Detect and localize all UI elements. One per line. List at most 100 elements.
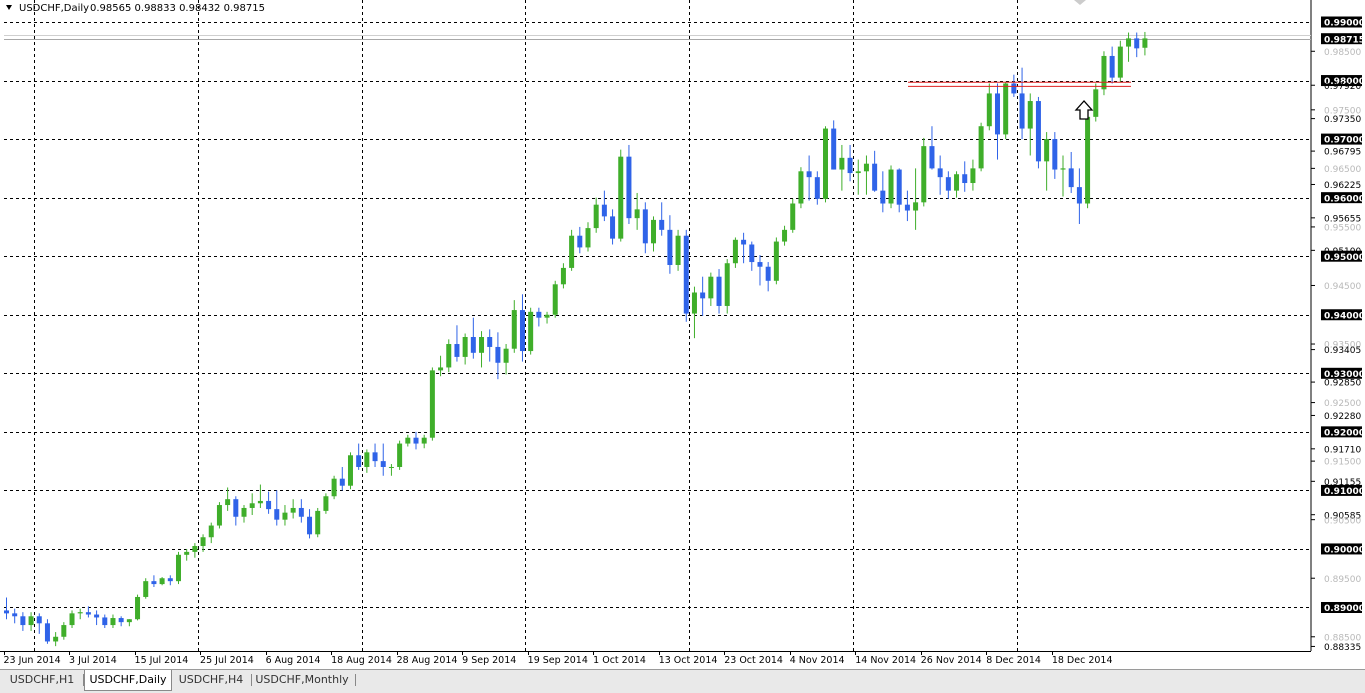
tab-usdchf-h4[interactable]: USDCHF,H4 bbox=[172, 670, 250, 689]
candle-body-bearish bbox=[233, 499, 239, 517]
candle-body-bullish bbox=[511, 310, 517, 349]
candle-body-bullish bbox=[823, 128, 828, 199]
candle-body-bearish bbox=[610, 216, 616, 239]
candle-body-bullish bbox=[421, 437, 427, 444]
candle-body-bullish bbox=[438, 367, 444, 371]
candle-body-bullish bbox=[1085, 116, 1091, 204]
candle-body-bullish bbox=[192, 546, 198, 552]
time-label: 25 Jul 2014 bbox=[200, 655, 254, 666]
candle-body-bearish bbox=[167, 578, 173, 582]
candle-body-bearish bbox=[929, 146, 935, 169]
candle-body-bearish bbox=[847, 157, 853, 174]
candle-body-bullish bbox=[569, 235, 575, 268]
candle-body-bullish bbox=[331, 478, 337, 497]
candle-body-bearish bbox=[536, 311, 542, 318]
grid-layer bbox=[0, 0, 1312, 652]
candle-body-bullish bbox=[528, 311, 534, 352]
candle-body-bearish bbox=[266, 500, 272, 510]
candle-body-bullish bbox=[1093, 89, 1099, 117]
candle-body-bullish bbox=[593, 204, 599, 229]
candle-body-bearish bbox=[356, 455, 362, 467]
candle-body-bullish bbox=[241, 507, 247, 517]
time-label: 28 Aug 2014 bbox=[397, 655, 458, 666]
candle-body-bullish bbox=[1027, 101, 1033, 129]
tab-usdchf-h1[interactable]: USDCHF,H1 bbox=[2, 670, 82, 689]
candle-body-bullish bbox=[135, 596, 141, 620]
candle-body-bullish bbox=[675, 235, 681, 265]
candle-body-bearish bbox=[307, 516, 313, 535]
candle-body-bullish bbox=[773, 241, 779, 281]
candle-body-bullish bbox=[388, 466, 394, 468]
collapse-triangle-icon[interactable] bbox=[6, 5, 12, 10]
price-label: 0.96225 bbox=[1324, 181, 1361, 191]
candle-body-bullish bbox=[921, 146, 927, 203]
up-arrow-icon bbox=[1074, 100, 1094, 120]
candle-body-bullish bbox=[790, 203, 796, 230]
price-label: 0.97350 bbox=[1324, 115, 1361, 125]
tab-usdchf-daily[interactable]: USDCHF,Daily bbox=[84, 670, 172, 691]
price-label: 0.88500 bbox=[1324, 633, 1361, 643]
candle-body-bullish bbox=[691, 292, 697, 314]
candle-body-bearish bbox=[380, 461, 386, 467]
price-label: 0.94000 bbox=[1324, 311, 1365, 321]
candle-body-bullish bbox=[282, 512, 288, 520]
candle-body-bullish bbox=[184, 551, 190, 555]
candle-body-bearish bbox=[757, 262, 763, 267]
candle-body-bearish bbox=[749, 244, 755, 263]
candle-body-bullish bbox=[634, 209, 640, 219]
time-label: 15 Jul 2014 bbox=[135, 655, 189, 666]
candle-body-bearish bbox=[487, 336, 493, 347]
candle-body-bearish bbox=[765, 266, 771, 281]
candle-body-bearish bbox=[683, 235, 689, 314]
candle-body-bearish bbox=[601, 204, 607, 217]
candle-body-bullish bbox=[208, 525, 214, 538]
time-label: 8 Dec 2014 bbox=[986, 655, 1041, 666]
candle-body-bullish bbox=[986, 93, 992, 127]
time-label: 18 Aug 2014 bbox=[331, 655, 392, 666]
candle-body-bearish bbox=[118, 618, 124, 623]
time-label: 19 Sep 2014 bbox=[528, 655, 588, 666]
price-label: 0.91710 bbox=[1324, 445, 1361, 455]
candle-body-bullish bbox=[110, 618, 116, 626]
tab-usdchf-monthly[interactable]: USDCHF,Monthly bbox=[252, 670, 352, 689]
tab-separator bbox=[355, 674, 356, 686]
candle-body-bullish bbox=[651, 219, 657, 244]
candle-body-bearish bbox=[577, 235, 583, 248]
candle-body-bullish bbox=[159, 578, 165, 585]
candle-body-bearish bbox=[372, 452, 378, 462]
price-label: 0.96795 bbox=[1324, 148, 1361, 158]
price-label: 0.99000 bbox=[1324, 19, 1365, 29]
candle-body-bullish bbox=[724, 263, 730, 306]
candle-body-bullish bbox=[1060, 168, 1066, 170]
time-label: 6 Aug 2014 bbox=[266, 655, 321, 666]
candle-body-bearish bbox=[85, 612, 91, 615]
candle-body-bullish bbox=[732, 239, 738, 264]
price-label: 0.95000 bbox=[1324, 253, 1365, 263]
candle-body-bullish bbox=[970, 168, 976, 184]
price-label: 0.95500 bbox=[1324, 224, 1361, 234]
candle-body-bearish bbox=[741, 239, 747, 245]
candle-body-bearish bbox=[20, 616, 26, 626]
candle-body-bearish bbox=[700, 292, 706, 299]
time-label: 13 Oct 2014 bbox=[659, 655, 718, 666]
price-label: 0.89500 bbox=[1324, 575, 1361, 585]
candle-body-bearish bbox=[1035, 101, 1041, 162]
candle-body-bearish bbox=[994, 93, 1000, 135]
candle-body-bullish bbox=[798, 171, 804, 204]
candle-body-bearish bbox=[94, 614, 100, 618]
candle-body-bearish bbox=[1076, 187, 1082, 204]
price-label: 0.90500 bbox=[1324, 516, 1361, 526]
candle-body-bullish bbox=[1044, 139, 1050, 162]
candle-body-bearish bbox=[937, 168, 943, 178]
candle-body-bullish bbox=[978, 126, 984, 169]
candle-body-bearish bbox=[626, 156, 632, 219]
ohlc-readout: 0.98565 0.98833 0.98432 0.98715 bbox=[90, 3, 265, 14]
time-label: 3 Jul 2014 bbox=[69, 655, 117, 666]
candle-body-bearish bbox=[413, 437, 419, 444]
candle-body-bullish bbox=[323, 496, 329, 511]
candle-body-bullish bbox=[257, 500, 263, 504]
price-axis: 0.990000.987150.985000.980000.979200.975… bbox=[1311, 16, 1365, 653]
candle-body-bullish bbox=[503, 348, 509, 363]
candle-body-bullish bbox=[585, 228, 591, 248]
price-label: 0.94500 bbox=[1324, 282, 1361, 292]
